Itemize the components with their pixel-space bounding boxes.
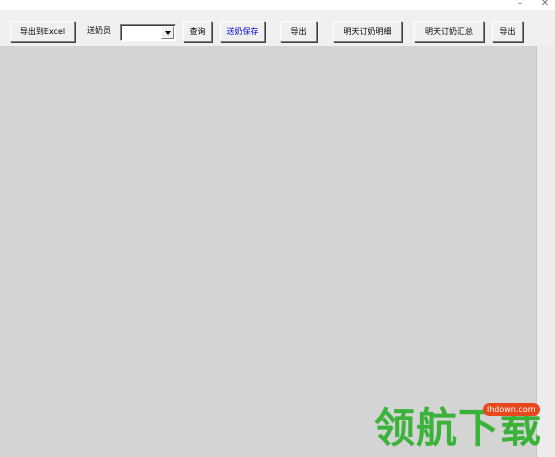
export-button[interactable]: 导出 bbox=[280, 21, 317, 42]
export-to-excel-button[interactable]: 导出到Excel bbox=[10, 21, 75, 42]
tomorrow-order-summary-button[interactable]: 明天订奶汇总 bbox=[414, 21, 484, 42]
save-delivery-button[interactable]: 送奶保存 bbox=[220, 21, 265, 42]
minimize-icon[interactable]: – bbox=[514, 0, 526, 10]
title-bar: – ✕ bbox=[0, 0, 555, 10]
watermark-logo: 领航下载 lhdown.com bbox=[372, 398, 555, 457]
export-summary-button[interactable]: 导出 bbox=[492, 21, 523, 42]
chevron-down-icon bbox=[165, 31, 171, 35]
workspace-area bbox=[0, 46, 536, 457]
deliverer-select[interactable] bbox=[120, 24, 176, 41]
close-icon[interactable]: ✕ bbox=[539, 0, 551, 10]
toolbar: 导出到Excel 送奶员 查询 送奶保存 导出 明天订奶明细 明天订奶汇总 导出 bbox=[0, 10, 555, 46]
query-button[interactable]: 查询 bbox=[183, 21, 212, 42]
dropdown-button[interactable] bbox=[161, 26, 174, 39]
deliverer-label: 送奶员 bbox=[87, 26, 111, 35]
right-panel-edge bbox=[536, 46, 555, 457]
watermark-badge: lhdown.com bbox=[483, 403, 540, 416]
tomorrow-order-detail-button[interactable]: 明天订奶明细 bbox=[333, 21, 402, 42]
